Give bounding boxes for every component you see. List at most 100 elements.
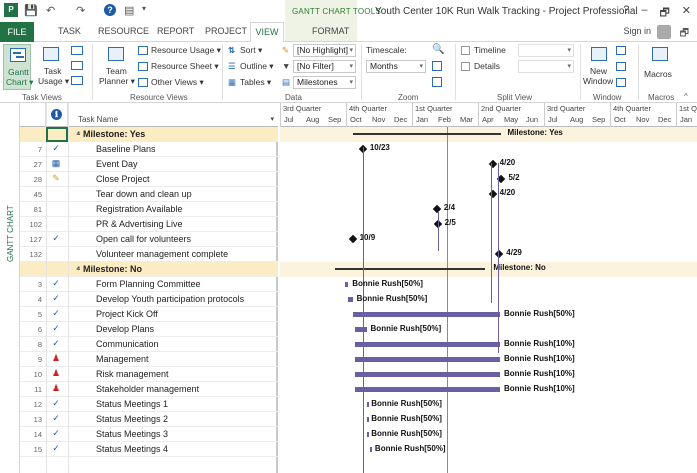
- chevron-down-icon: ▾: [419, 63, 423, 70]
- table-row[interactable]: 45 Tear down and clean up: [20, 187, 278, 202]
- chevron-down-icon[interactable]: ▾: [270, 115, 274, 123]
- quarter-divider: [544, 103, 545, 127]
- table-row[interactable]: 27 ▦ Event Day: [20, 157, 278, 172]
- avatar[interactable]: [657, 25, 671, 39]
- touch-mode-icon[interactable]: ▤: [124, 4, 134, 17]
- outline-button[interactable]: Outline ▾: [240, 61, 274, 72]
- hide-window-icon[interactable]: [616, 78, 626, 87]
- gantt-label: 4/20: [499, 158, 516, 167]
- completed-check-icon: ✓: [52, 443, 60, 453]
- table-row[interactable]: 8 ✓ Communication: [20, 337, 278, 352]
- sort-button[interactable]: Sort ▾: [240, 45, 262, 56]
- task-name-column-header[interactable]: Task Name ▾: [68, 103, 278, 127]
- quarter-divider: [610, 103, 611, 127]
- tab-project[interactable]: PROJECT: [205, 26, 247, 36]
- collapse-ribbon-icon[interactable]: ^: [684, 92, 688, 101]
- details-checkbox[interactable]: [461, 62, 470, 71]
- ribbon-display-icon[interactable]: 🗗: [680, 26, 689, 43]
- group-by-dropdown[interactable]: Milestones ▾: [293, 76, 356, 89]
- table-row[interactable]: 6 ✓ Develop Plans: [20, 322, 278, 337]
- table-row[interactable]: 12 ✓ Status Meetings 1: [20, 397, 278, 412]
- quarter-divider: [346, 103, 347, 127]
- group-row[interactable]: ⁴ Milestone: No: [20, 262, 278, 277]
- table-row[interactable]: 9 ♟ Management: [20, 352, 278, 367]
- undo-icon[interactable]: ↶: [46, 4, 55, 17]
- arrange-all-icon[interactable]: [616, 62, 626, 71]
- table-row[interactable]: 7 ✓ Baseline Plans: [20, 142, 278, 157]
- timescale-month: Jan: [680, 115, 693, 124]
- details-dropdown[interactable]: ▾: [518, 60, 574, 73]
- customize-qat-icon[interactable]: ▾: [142, 4, 146, 13]
- timescale-month: Dec: [658, 115, 672, 124]
- ribbon-separator: [638, 44, 639, 100]
- dependency-line: [437, 211, 439, 251]
- gantt-label: 5/2: [508, 173, 520, 182]
- table-row[interactable]: 127 ✓ Open call for volunteers: [20, 232, 278, 247]
- tab-report[interactable]: REPORT: [157, 26, 194, 36]
- current-date-line: [447, 127, 449, 473]
- table-row[interactable]: 5 ✓ Project Kick Off: [20, 307, 278, 322]
- task-bar: [366, 432, 369, 437]
- outline-icon: ☰: [228, 61, 236, 71]
- selected-tasks-icon[interactable]: [432, 77, 442, 87]
- table-row[interactable]: 81 Registration Available: [20, 202, 278, 217]
- save-icon[interactable]: 💾: [24, 4, 38, 17]
- table-row[interactable]: 102 PR & Advertising Live: [20, 217, 278, 232]
- resource-usage-button[interactable]: Resource Usage ▾: [151, 45, 221, 56]
- resource-label: Bonnie Rush[50%]: [370, 324, 442, 333]
- timescale-month: Jul: [548, 115, 558, 124]
- help-circle-icon[interactable]: ?: [104, 4, 116, 16]
- switch-windows-icon[interactable]: [616, 46, 626, 55]
- group-name: ⁴ Milestone: Yes: [76, 129, 146, 139]
- timescale-month: Nov: [636, 115, 650, 124]
- resource-label: Bonnie Rush[50%]: [374, 444, 446, 453]
- sign-in-link[interactable]: Sign in: [623, 26, 651, 36]
- tab-view[interactable]: VIEW: [250, 22, 284, 43]
- gantt-chart-button[interactable]: Gantt Chart ▾: [3, 44, 33, 90]
- table-row[interactable]: 13 ✓ Status Meetings 2: [20, 412, 278, 427]
- tab-resource[interactable]: RESOURCE: [98, 26, 149, 36]
- help-button[interactable]: ?: [623, 4, 629, 23]
- close-button[interactable]: ✕: [682, 4, 691, 23]
- entire-project-icon[interactable]: [432, 61, 442, 71]
- team-planner-button[interactable]: Team Planner ▾: [98, 44, 135, 90]
- restore-button[interactable]: 🗗: [659, 4, 669, 23]
- other-views-button[interactable]: Other Views ▾: [151, 77, 204, 88]
- select-all-corner[interactable]: [20, 103, 46, 127]
- tab-format[interactable]: FORMAT: [312, 26, 349, 36]
- table-row[interactable]: 132 Volunteer management complete: [20, 247, 278, 262]
- network-diagram-icon[interactable]: [71, 46, 83, 55]
- timeline-checkbox[interactable]: [461, 46, 470, 55]
- macros-button[interactable]: Macros: [642, 44, 678, 90]
- dependency-line: [491, 163, 493, 303]
- indicators-column-header[interactable]: ℹ: [46, 103, 68, 127]
- highlight-dropdown[interactable]: [No Highlight] ▾: [293, 44, 356, 57]
- table-row[interactable]: 15 ✓ Status Meetings 4: [20, 442, 278, 457]
- zoom-icon[interactable]: 🔍: [432, 44, 444, 55]
- table-row[interactable]: 10 ♟ Risk management: [20, 367, 278, 382]
- quarter-divider: [478, 103, 479, 127]
- resource-sheet-icon: [138, 62, 148, 71]
- new-window-button[interactable]: New Window: [583, 44, 613, 90]
- table-row[interactable]: 14 ✓ Status Meetings 3: [20, 427, 278, 442]
- tables-button[interactable]: Tables ▾: [240, 77, 271, 88]
- tab-file[interactable]: FILE: [0, 22, 34, 42]
- resource-sheet-button[interactable]: Resource Sheet ▾: [151, 61, 219, 72]
- tab-task[interactable]: TASK: [58, 26, 81, 36]
- minimize-button[interactable]: –: [641, 4, 647, 23]
- task-usage-button[interactable]: Task Usage ▾: [36, 44, 69, 90]
- timescale-month: Oct: [350, 115, 362, 124]
- table-row[interactable]: 28 ✎ Close Project: [20, 172, 278, 187]
- timeline-dropdown[interactable]: ▾: [518, 44, 574, 57]
- redo-icon[interactable]: ↷: [76, 4, 85, 17]
- table-row[interactable]: 4 ✓ Develop Youth participation protocols: [20, 292, 278, 307]
- table-row[interactable]: 3 ✓ Form Planning Committee: [20, 277, 278, 292]
- filter-dropdown[interactable]: [No Filter] ▾: [293, 60, 356, 73]
- gantt-chart-area[interactable]: Milestone: Yes Milestone: No 10/23 4/20 5/2 4…: [280, 127, 697, 473]
- table-row[interactable]: 11 ♟ Stakeholder management: [20, 382, 278, 397]
- calendar-icon: ▦: [51, 158, 61, 168]
- task-name: Baseline Plans: [96, 144, 156, 154]
- calendar-view-icon[interactable]: [71, 61, 83, 70]
- other-task-views-icon[interactable]: [71, 76, 83, 85]
- timescale-dropdown[interactable]: Months ▾: [366, 60, 426, 73]
